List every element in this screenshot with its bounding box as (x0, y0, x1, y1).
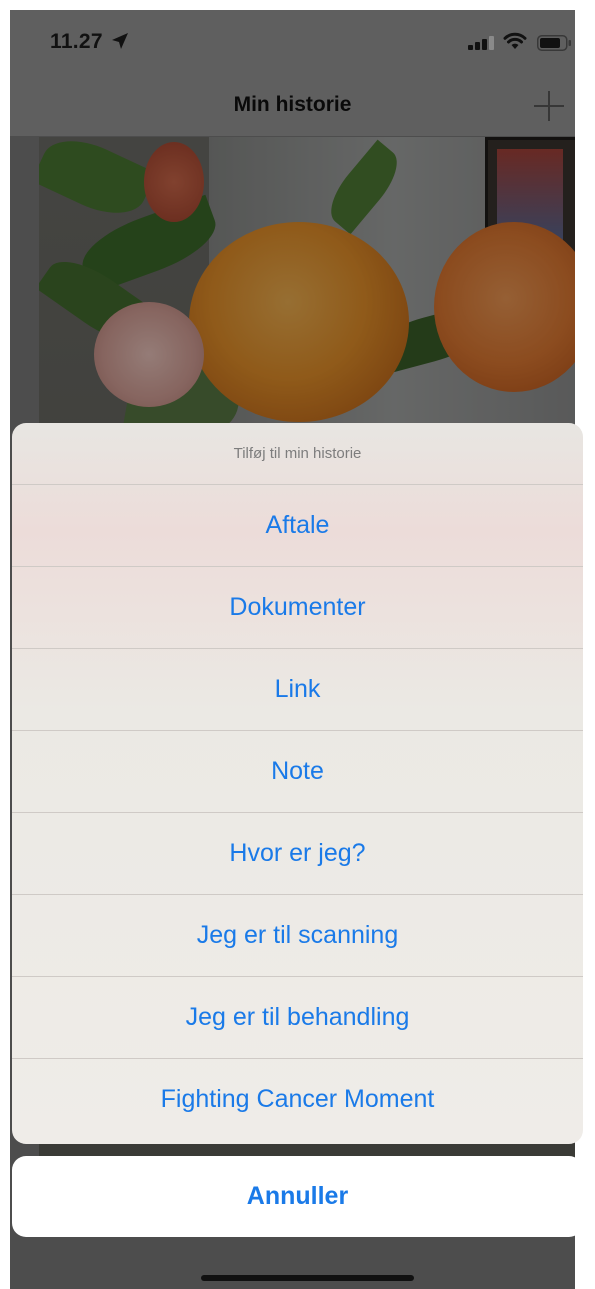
action-scanning[interactable]: Jeg er til scanning (12, 895, 583, 977)
action-link[interactable]: Link (12, 649, 583, 731)
status-bar: 11.27 (10, 10, 575, 80)
home-indicator[interactable] (201, 1275, 414, 1281)
wifi-icon (503, 32, 527, 49)
action-behandling[interactable]: Jeg er til behandling (12, 977, 583, 1059)
action-dokumenter[interactable]: Dokumenter (12, 567, 583, 649)
action-aftale[interactable]: Aftale (12, 485, 583, 567)
cancel-button[interactable]: Annuller (12, 1156, 583, 1237)
action-fighting-cancer-moment[interactable]: Fighting Cancer Moment (12, 1059, 583, 1140)
action-note[interactable]: Note (12, 731, 583, 813)
signal-icon (468, 36, 494, 50)
battery-icon (537, 35, 571, 51)
location-arrow-icon (112, 33, 128, 49)
action-hvor-er-jeg[interactable]: Hvor er jeg? (12, 813, 583, 895)
action-sheet: Tilføj til min historie Aftale Dokumente… (12, 423, 583, 1144)
action-sheet-title: Tilføj til min historie (12, 423, 583, 485)
status-time: 11.27 (50, 30, 103, 53)
